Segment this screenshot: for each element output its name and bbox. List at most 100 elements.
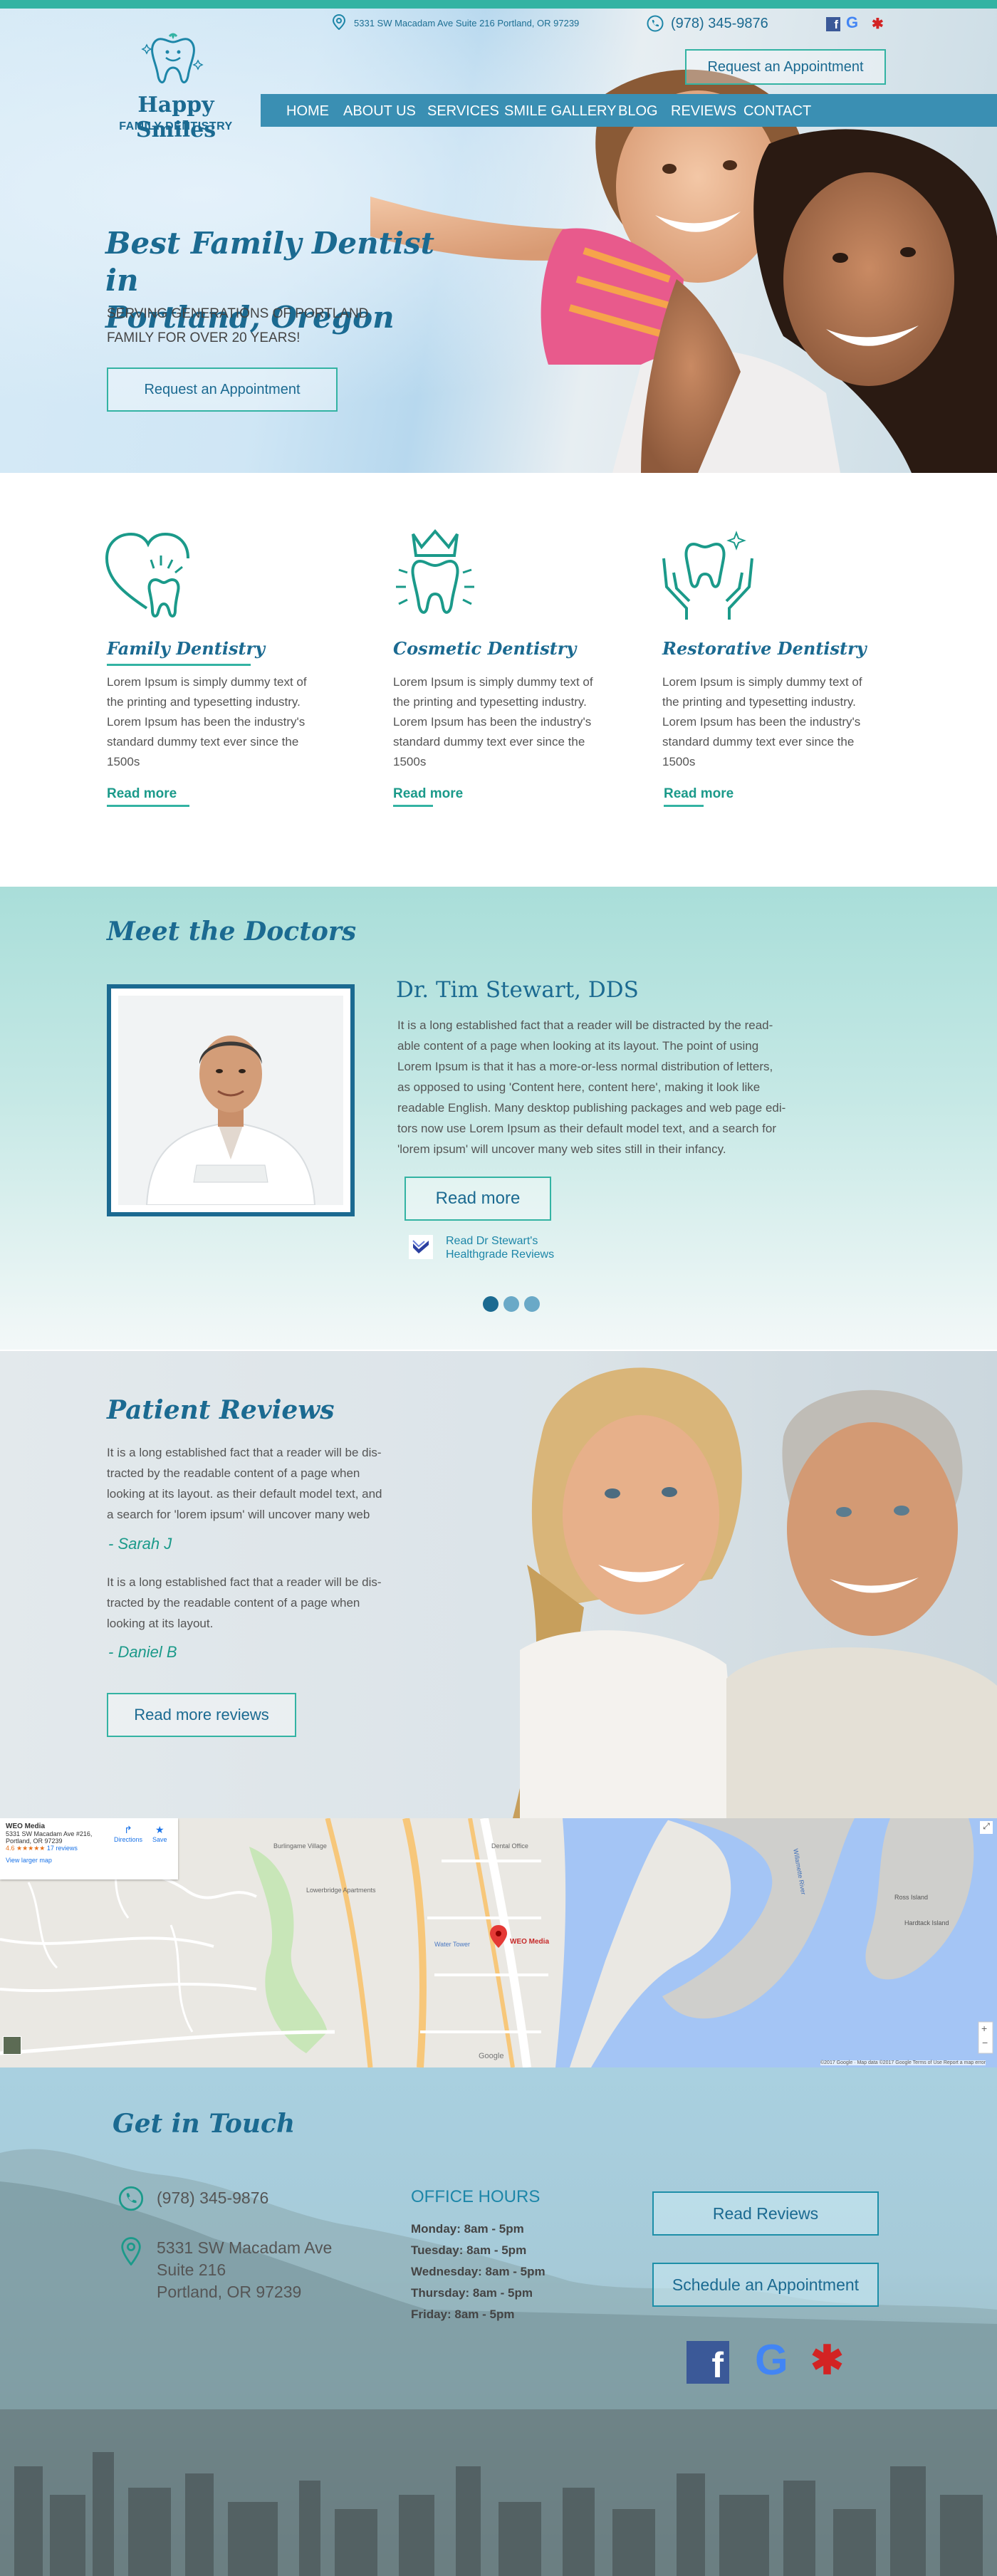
doctor-bio-line: able content of a page when looking at i… — [397, 1039, 759, 1053]
nav-blog[interactable]: BLOG — [618, 103, 658, 120]
service-line: Lorem Ipsum is simply dummy text of — [393, 675, 593, 689]
service-line: Lorem Ipsum has been the industry's — [107, 715, 306, 729]
service-line: the printing and typesetting industry. — [107, 695, 301, 709]
doctor-read-more-button[interactable]: Read more — [404, 1177, 551, 1221]
review-line: looking at its layout. — [107, 1617, 214, 1630]
zoom-out-button[interactable]: − — [982, 2037, 988, 2048]
map-label-burlingame: Burlingame Village — [273, 1842, 327, 1850]
facebook-icon[interactable]: f — [826, 17, 840, 31]
doctor-bio-line: tors now use Lorem Ipsum as their defaul… — [397, 1122, 776, 1135]
zoom-in-button[interactable]: + — [981, 2023, 987, 2034]
doctors-title: Meet the Doctors — [107, 917, 357, 947]
doctor-photo — [118, 996, 343, 1205]
review-author-2: - Daniel B — [108, 1643, 177, 1661]
location-pin-icon — [121, 2237, 141, 2269]
yelp-icon[interactable]: ✱ — [810, 2337, 844, 2384]
nav-about-us[interactable]: ABOUT US — [343, 103, 416, 120]
healthgrades-icon[interactable] — [409, 1235, 433, 1259]
reviews-couple-photo — [499, 1351, 997, 1818]
doctor-name: Dr. Tim Stewart, DDS — [396, 977, 639, 1003]
crown-tooth-icon — [396, 528, 474, 614]
doctor-bio: It is a long established fact that a rea… — [397, 1015, 839, 1159]
schedule-appointment-button[interactable]: Schedule an Appointment — [652, 2263, 879, 2307]
service-line: Lorem Ipsum is simply dummy text of — [662, 675, 862, 689]
healthgrades-line2: Healthgrade Reviews — [446, 1248, 555, 1261]
logo-name[interactable]: Happy Smiles — [108, 93, 244, 142]
office-hours-title: OFFICE HOURS — [411, 2187, 541, 2206]
satellite-thumbnail[interactable] — [3, 2036, 21, 2055]
service-text-restorative: Lorem Ipsum is simply dummy text of the … — [662, 672, 919, 772]
header-phone[interactable]: (978) 345-9876 — [671, 16, 768, 32]
review-line: tracted by the readable content of a pag… — [107, 1596, 360, 1610]
facebook-icon[interactable]: f — [687, 2341, 729, 2385]
service-read-more-restorative[interactable]: Read more — [664, 786, 734, 802]
map-card-larger-link[interactable]: View larger map — [6, 1857, 172, 1864]
map-card-address2: Portland, OR 97239 — [6, 1837, 63, 1845]
doctor-bio-line: 'lorem ipsum' will uncover many web site… — [397, 1142, 726, 1156]
nav-services[interactable]: SERVICES — [427, 103, 499, 120]
map-card-stars: 4.6 ★★★★★ — [6, 1845, 46, 1852]
doctor-bio-line: readable English. Many desktop publishin… — [397, 1101, 786, 1115]
office-hours-list: Monday: 8am - 5pm Tuesday: 8am - 5pm Wed… — [411, 2218, 546, 2325]
service-title-family[interactable]: Family Dentistry — [107, 638, 265, 659]
nav-contact[interactable]: CONTACT — [743, 103, 811, 120]
map-card-title: WEO Media — [6, 1823, 46, 1830]
logo-tooth-icon[interactable] — [141, 32, 205, 89]
service-line: 1500s — [393, 755, 427, 768]
map-save-button[interactable]: ★ Save — [152, 1824, 167, 1843]
heart-tooth-icon — [105, 532, 189, 617]
service-line: the printing and typesetting industry. — [393, 695, 587, 709]
service-read-more-cosmetic[interactable]: Read more — [393, 786, 463, 802]
service-line: Lorem Ipsum is simply dummy text of — [107, 675, 307, 689]
location-pin-icon — [332, 14, 346, 33]
top-accent-bar — [0, 0, 997, 9]
healthgrades-link[interactable]: Read Dr Stewart's Healthgrade Reviews — [446, 1234, 554, 1261]
service-line: 1500s — [107, 755, 140, 768]
review-author-1: - Sarah J — [108, 1535, 172, 1553]
read-more-reviews-button[interactable]: Read more reviews — [107, 1693, 296, 1737]
header-address: 5331 SW Macadam Ave Suite 216 Portland, … — [354, 18, 580, 28]
service-title-cosmetic[interactable]: Cosmetic Dentistry — [393, 638, 576, 659]
nav-home[interactable]: HOME — [286, 103, 329, 120]
nav-reviews[interactable]: REVIEWS — [671, 103, 736, 120]
map-info-card: WEO Media 5331 SW Macadam Ave #216, Port… — [0, 1818, 178, 1879]
contact-address-line3: Portland, OR 97239 — [157, 2283, 302, 2301]
service-read-more-family[interactable]: Read more — [107, 786, 177, 802]
map-label-ross: Ross Island — [894, 1894, 929, 1901]
hero-request-appointment-button[interactable]: Request an Appointment — [107, 367, 338, 412]
map-card-rating: 4.6 ★★★★★ 17 reviews — [6, 1845, 172, 1852]
service-line: the printing and typesetting industry. — [662, 695, 856, 709]
hero-subtitle-line1: SERVING GENERATIONS OF PORTLAND — [107, 306, 369, 321]
service-line: standard dummy text ever since the — [662, 735, 855, 749]
map-embed[interactable]: WEO Media Burlingame Village Lowerbridge… — [0, 1818, 997, 2067]
service-line: Lorem Ipsum has been the industry's — [393, 715, 592, 729]
contact-phone[interactable]: (978) 345-9876 — [157, 2187, 268, 2209]
carousel-dot[interactable] — [503, 1296, 519, 1312]
service-title-restorative[interactable]: Restorative Dentistry — [662, 638, 867, 659]
doctors-section: Meet the Doctors Dr. Tim Stewart, DDS It… — [0, 887, 997, 1350]
hero-subtitle: SERVING GENERATIONS OF PORTLAND FAMILY F… — [107, 302, 449, 350]
fullscreen-icon[interactable]: ⤢ — [980, 1821, 993, 1834]
hands-tooth-icon — [662, 531, 753, 620]
header-request-appointment-button[interactable]: Request an Appointment — [685, 49, 886, 85]
service-line: standard dummy text ever since the — [107, 735, 299, 749]
map-card-reviews-link[interactable]: 17 reviews — [47, 1845, 78, 1852]
reviews-title: Patient Reviews — [107, 1395, 335, 1425]
map-directions-button[interactable]: ↱ Directions — [114, 1824, 142, 1843]
carousel-dot[interactable] — [524, 1296, 540, 1312]
doctor-bio-line: It is a long established fact that a rea… — [397, 1018, 773, 1032]
carousel-dot-active[interactable] — [483, 1296, 499, 1312]
read-more-underline — [393, 805, 433, 807]
contact-section: Get in Touch (978) 345-9876 5331 SW Maca… — [0, 2067, 997, 2576]
google-icon[interactable]: G — [846, 14, 858, 32]
phone-icon — [118, 2186, 144, 2215]
hours-line: Thursday: 8am - 5pm — [411, 2286, 533, 2300]
read-reviews-button[interactable]: Read Reviews — [652, 2191, 879, 2236]
nav-smile-gallery[interactable]: SMILE GALLERY — [504, 103, 616, 120]
google-icon[interactable]: G — [755, 2335, 788, 2384]
map-marker-label[interactable]: WEO Media — [510, 1938, 549, 1946]
service-line: Lorem Ipsum has been the industry's — [662, 715, 861, 729]
doctor-photo-frame — [107, 984, 355, 1216]
read-more-underline — [107, 805, 189, 807]
yelp-icon[interactable]: ✱ — [872, 15, 884, 33]
